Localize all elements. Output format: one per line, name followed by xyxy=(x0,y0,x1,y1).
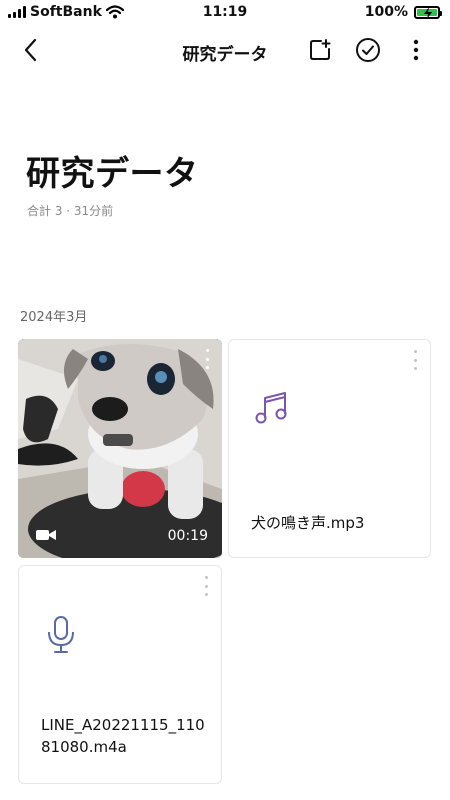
add-to-album-icon xyxy=(310,39,331,60)
audio-file-item[interactable]: 犬の鳴き声.mp3 xyxy=(228,339,431,558)
microphone-icon xyxy=(48,616,74,653)
nav-bar: 研究データ xyxy=(0,28,450,72)
video-camera-icon xyxy=(36,530,56,540)
voice-file-item[interactable]: LINE_A20221115_11081080.m4a xyxy=(18,565,222,784)
more-options-button[interactable] xyxy=(402,36,430,64)
status-bar: SoftBank 11:19 100% xyxy=(0,0,450,26)
audio-more-button[interactable] xyxy=(410,350,420,370)
audio-file-name: 犬の鳴き声.mp3 xyxy=(251,514,365,532)
video-thumbnail xyxy=(18,339,222,558)
album-title: 研究データ xyxy=(26,154,199,194)
charging-bolt-icon xyxy=(424,6,432,19)
voice-more-button[interactable] xyxy=(201,576,211,596)
section-date: 2024年3月 xyxy=(20,310,88,325)
battery-icon xyxy=(414,5,442,19)
add-to-album-button[interactable] xyxy=(306,36,334,64)
battery-percent: 100% xyxy=(364,4,408,20)
video-item[interactable]: 00:19 xyxy=(18,339,222,558)
select-button[interactable] xyxy=(354,36,382,64)
video-duration: 00:19 xyxy=(167,528,208,544)
select-check-icon xyxy=(356,38,380,62)
voice-file-name: LINE_A20221115_11081080.m4a xyxy=(41,716,205,756)
status-right: 100% xyxy=(364,4,442,20)
video-more-button[interactable] xyxy=(202,349,212,369)
music-note-icon xyxy=(255,392,287,424)
more-vertical-icon xyxy=(413,39,419,61)
nav-actions xyxy=(306,36,430,64)
album-meta: 合計 3 · 31分前 xyxy=(27,204,114,218)
